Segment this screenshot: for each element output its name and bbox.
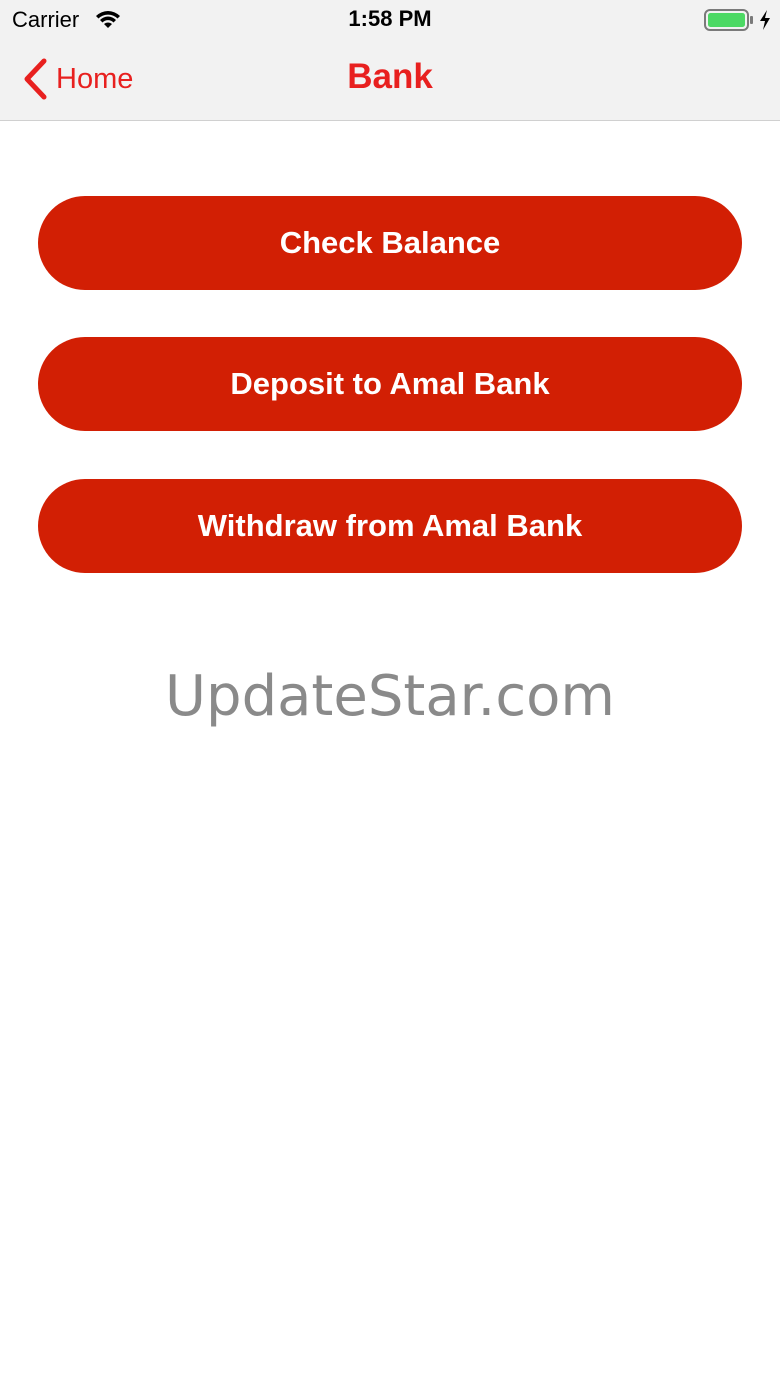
deposit-button[interactable]: Deposit to Amal Bank [38,337,742,431]
charging-bolt-icon [759,9,771,31]
withdraw-button[interactable]: Withdraw from Amal Bank [38,479,742,573]
navigation-header: Carrier 1:58 PM Home Bank [0,0,780,121]
battery-full-icon [704,9,754,31]
status-time: 1:58 PM [348,6,432,31]
watermark-text: UpdateStar.com [165,664,615,729]
status-bar: Carrier 1:58 PM [0,0,780,40]
check-balance-button[interactable]: Check Balance [38,196,742,290]
page-title: Bank [347,57,433,96]
